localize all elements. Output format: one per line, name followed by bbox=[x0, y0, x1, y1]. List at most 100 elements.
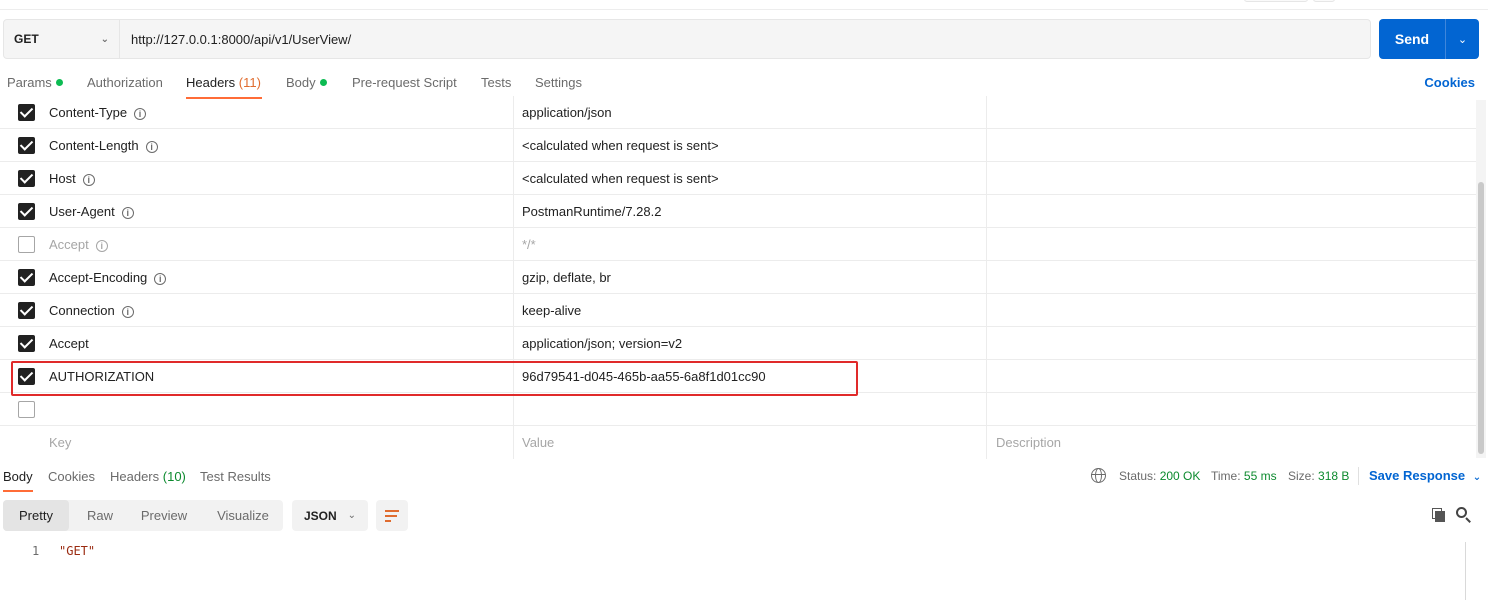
header-enabled-checkbox[interactable] bbox=[18, 335, 35, 352]
word-wrap-button[interactable] bbox=[376, 500, 408, 531]
value-placeholder: Value bbox=[522, 435, 555, 450]
header-key-cell[interactable]: User-Agent i bbox=[0, 195, 514, 228]
tab-tests[interactable]: Tests bbox=[481, 75, 511, 90]
tab-authorization[interactable]: Authorization bbox=[87, 75, 163, 90]
tab-headers-count: (11) bbox=[238, 75, 261, 90]
info-circle-icon[interactable]: i bbox=[134, 108, 147, 120]
size-label: Size: bbox=[1288, 469, 1315, 483]
body-indicator-dot bbox=[319, 79, 327, 86]
header-enabled-checkbox[interactable] bbox=[18, 236, 35, 253]
header-value-cell[interactable]: gzip, deflate, br bbox=[514, 261, 987, 294]
response-size[interactable]: Size: 318 B bbox=[1288, 469, 1349, 483]
authorization-highlight-box bbox=[11, 361, 858, 396]
header-value-cell[interactable]: <calculated when request is sent> bbox=[514, 162, 987, 195]
header-value-cell[interactable]: PostmanRuntime/7.28.2 bbox=[514, 195, 987, 228]
header-value-cell[interactable]: keep-alive bbox=[514, 294, 987, 327]
header-description-cell[interactable] bbox=[987, 129, 1476, 162]
search-icon[interactable] bbox=[1456, 507, 1471, 523]
response-scrollbar[interactable] bbox=[1465, 542, 1466, 600]
response-body-editor[interactable]: 1 "GET" bbox=[0, 540, 1465, 600]
header-key-cell[interactable]: Content-Length i bbox=[0, 129, 514, 162]
info-circle-icon[interactable]: i bbox=[121, 306, 134, 318]
header-value-cell[interactable]: */* bbox=[514, 228, 987, 261]
header-description-cell[interactable] bbox=[987, 294, 1476, 327]
header-enabled-checkbox[interactable] bbox=[18, 302, 35, 319]
tab-pre-request-script[interactable]: Pre-request Script bbox=[352, 75, 457, 90]
header-value-cell[interactable]: application/json; version=v2 bbox=[514, 327, 987, 360]
tab-response-cookies[interactable]: Cookies bbox=[48, 469, 95, 484]
mode-pretty[interactable]: Pretty bbox=[3, 500, 69, 531]
response-time[interactable]: Time: 55 ms bbox=[1211, 469, 1277, 483]
header-enabled-checkbox[interactable] bbox=[18, 401, 35, 418]
header-enabled-checkbox[interactable] bbox=[18, 269, 35, 286]
tab-params[interactable]: Params bbox=[7, 75, 63, 90]
tab-settings[interactable]: Settings bbox=[535, 75, 582, 90]
header-enabled-checkbox[interactable] bbox=[18, 104, 35, 121]
status-value: 200 OK bbox=[1159, 469, 1201, 483]
header-description-cell[interactable] bbox=[987, 327, 1476, 360]
method-select[interactable]: GET ⌄ bbox=[4, 20, 120, 58]
header-value-cell[interactable]: application/json bbox=[514, 96, 987, 129]
header-description-cell[interactable] bbox=[987, 162, 1476, 195]
header-key-cell[interactable]: Connection i bbox=[0, 294, 514, 327]
header-key: Content-Type i bbox=[49, 105, 147, 120]
info-circle-icon[interactable]: i bbox=[154, 273, 167, 285]
scrollbar-thumb[interactable] bbox=[1478, 182, 1484, 454]
info-circle-icon[interactable]: i bbox=[82, 174, 95, 186]
tab-response-body[interactable]: Body bbox=[3, 469, 33, 484]
key-input[interactable]: Key bbox=[0, 426, 514, 459]
header-value-cell[interactable] bbox=[514, 393, 987, 426]
size-value: 318 B bbox=[1318, 469, 1350, 483]
header-enabled-checkbox[interactable] bbox=[18, 170, 35, 187]
mode-raw[interactable]: Raw bbox=[75, 500, 125, 531]
header-description-cell[interactable] bbox=[987, 393, 1476, 426]
send-button[interactable]: Send bbox=[1379, 31, 1445, 47]
tab-response-headers[interactable]: Headers (10) bbox=[110, 469, 186, 484]
header-description-cell[interactable] bbox=[987, 360, 1476, 393]
description-input[interactable]: Description bbox=[987, 426, 1476, 459]
header-key-cell[interactable]: Accept bbox=[0, 327, 514, 360]
headers-table: Content-Type i application/json Content-Len… bbox=[0, 96, 1476, 459]
toolbar-button-partial[interactable] bbox=[1244, 0, 1308, 2]
send-options-chevron-icon[interactable]: ⌄ bbox=[1446, 33, 1479, 46]
toolbar-button-partial[interactable] bbox=[1313, 0, 1335, 2]
format-select[interactable]: JSON ⌄ bbox=[292, 500, 368, 531]
header-key-cell[interactable]: Accept i bbox=[0, 228, 514, 261]
url-input[interactable]: http://127.0.0.1:8000/api/v1/UserView/ bbox=[120, 32, 351, 47]
globe-icon[interactable] bbox=[1091, 468, 1106, 483]
mode-preview[interactable]: Preview bbox=[131, 500, 197, 531]
header-enabled-checkbox[interactable] bbox=[18, 203, 35, 220]
header-key: User-Agent i bbox=[49, 204, 134, 219]
tab-test-results[interactable]: Test Results bbox=[200, 469, 271, 484]
header-description-cell[interactable] bbox=[987, 228, 1476, 261]
header-row: Content-Length i <calculated when request … bbox=[0, 129, 1476, 162]
header-enabled-checkbox[interactable] bbox=[18, 137, 35, 154]
format-label: JSON bbox=[304, 508, 337, 523]
headers-scrollbar[interactable] bbox=[1476, 100, 1486, 458]
header-key-cell[interactable]: Accept-Encoding i bbox=[0, 261, 514, 294]
save-response-button[interactable]: Save Response ⌄ bbox=[1369, 468, 1481, 483]
cookies-link[interactable]: Cookies bbox=[1424, 75, 1475, 90]
header-description-cell[interactable] bbox=[987, 261, 1476, 294]
header-description-cell[interactable] bbox=[987, 195, 1476, 228]
value-input[interactable]: Value bbox=[514, 426, 987, 459]
tab-body[interactable]: Body bbox=[286, 75, 327, 90]
info-circle-icon[interactable]: i bbox=[145, 141, 158, 153]
info-circle-icon[interactable]: i bbox=[95, 240, 108, 252]
header-key-cell[interactable]: Host i bbox=[0, 162, 514, 195]
header-key: Content-Length i bbox=[49, 138, 158, 153]
copy-icon[interactable] bbox=[1432, 508, 1446, 522]
header-row-new bbox=[0, 393, 1476, 426]
header-key-cell[interactable] bbox=[0, 393, 514, 426]
info-circle-icon[interactable]: i bbox=[121, 207, 134, 219]
header-description-cell[interactable] bbox=[987, 96, 1476, 129]
header-value: application/json bbox=[522, 105, 612, 120]
header-key-cell[interactable]: Content-Type i bbox=[0, 96, 514, 129]
response-status[interactable]: Status: 200 OK bbox=[1119, 469, 1200, 483]
header-value-cell[interactable]: <calculated when request is sent> bbox=[514, 129, 987, 162]
response-view-mode-group: Pretty Raw Preview Visualize bbox=[3, 500, 283, 531]
tab-headers[interactable]: Headers (11) bbox=[186, 75, 261, 90]
header-key: Host i bbox=[49, 171, 95, 186]
mode-visualize[interactable]: Visualize bbox=[207, 500, 279, 531]
word-wrap-icon bbox=[385, 510, 399, 512]
